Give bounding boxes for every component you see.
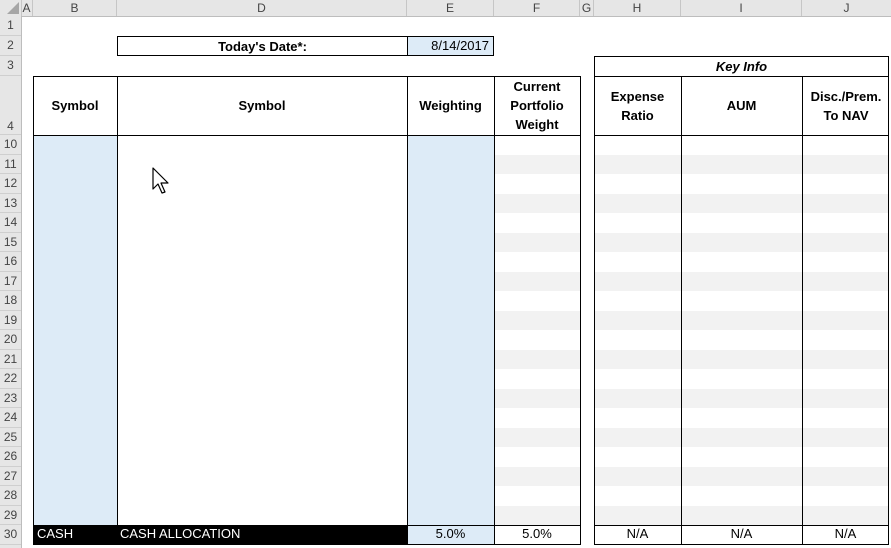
- table-border: [33, 135, 580, 136]
- row-header-17[interactable]: 17: [0, 272, 21, 291]
- current-weight-band-row: [494, 272, 580, 291]
- row-header-23[interactable]: 23: [0, 389, 21, 408]
- key-info-band-row: [594, 311, 889, 330]
- table-border: [33, 544, 580, 545]
- row-header-13[interactable]: 13: [0, 194, 21, 213]
- table-border: [888, 56, 889, 545]
- row-header-28[interactable]: 28: [0, 486, 21, 506]
- table-border: [594, 76, 889, 77]
- cash-symbol-cell[interactable]: CASH: [33, 525, 117, 544]
- weighting-input-column[interactable]: [407, 135, 494, 525]
- table-border: [594, 135, 889, 136]
- header-disc-prem-nav: Disc./Prem. To NAV: [810, 88, 882, 123]
- column-header-j[interactable]: J: [802, 0, 891, 16]
- key-info-band-row: [594, 428, 889, 447]
- todays-date-label: Today's Date*:: [117, 36, 407, 56]
- current-weight-band-row: [494, 233, 580, 252]
- cash-disc-prem[interactable]: N/A: [802, 525, 889, 544]
- todays-date-input[interactable]: 8/14/2017: [407, 36, 494, 56]
- key-info-band-row: [594, 506, 889, 525]
- key-info-band-row: [594, 233, 889, 252]
- cash-aum[interactable]: N/A: [681, 525, 802, 544]
- column-header-h[interactable]: H: [594, 0, 681, 16]
- column-header-e[interactable]: E: [407, 0, 494, 16]
- select-all-button[interactable]: [0, 0, 22, 16]
- row-header-3[interactable]: 3: [0, 56, 21, 76]
- table-border: [580, 76, 581, 545]
- row-header-15[interactable]: 15: [0, 233, 21, 252]
- cash-current-weight[interactable]: 5.0%: [494, 525, 580, 544]
- row-header-24[interactable]: 24: [0, 408, 21, 428]
- table-border: [594, 525, 889, 526]
- header-expense-ratio: Expense Ratio: [610, 88, 665, 123]
- row-header-11[interactable]: 11: [0, 155, 21, 174]
- table-border: [681, 76, 682, 545]
- cash-weighting-input[interactable]: 5.0%: [407, 525, 494, 544]
- header-symbol-d: Symbol: [238, 98, 286, 113]
- header-aum: AUM: [726, 98, 757, 113]
- row-header-30[interactable]: 30: [0, 525, 21, 545]
- key-info-band-row: [594, 350, 889, 369]
- row-header-4[interactable]: 4: [0, 76, 21, 135]
- column-header-b[interactable]: B: [33, 0, 117, 16]
- row-header-26[interactable]: 26: [0, 447, 21, 467]
- current-weight-band-row: [494, 155, 580, 174]
- table-border: [33, 76, 580, 77]
- current-weight-band-row: [494, 467, 580, 486]
- table-border: [594, 56, 595, 545]
- row-header-12[interactable]: 12: [0, 174, 21, 194]
- header-weighting: Weighting: [419, 98, 482, 113]
- row-header-14[interactable]: 14: [0, 213, 21, 233]
- table-border: [802, 76, 803, 545]
- row-header-19[interactable]: 19: [0, 311, 21, 330]
- column-header-g[interactable]: G: [580, 0, 594, 16]
- row-header-1[interactable]: 1: [0, 16, 21, 36]
- column-header-i[interactable]: I: [681, 0, 802, 16]
- key-info-band-row: [594, 467, 889, 486]
- row-header-27[interactable]: 27: [0, 467, 21, 486]
- mouse-pointer-icon: [152, 167, 169, 194]
- current-weight-band-row: [494, 389, 580, 408]
- key-info-band-row: [594, 272, 889, 291]
- header-symbol-b: Symbol: [51, 98, 99, 113]
- row-header-20[interactable]: 20: [0, 330, 21, 350]
- current-weight-band-row: [494, 194, 580, 213]
- column-header-d[interactable]: D: [117, 0, 407, 16]
- row-header-29[interactable]: 29: [0, 506, 21, 525]
- column-header-f[interactable]: F: [494, 0, 580, 16]
- current-weight-band-row: [494, 311, 580, 330]
- row-header-10[interactable]: 10: [0, 135, 21, 155]
- row-header-21[interactable]: 21: [0, 350, 21, 369]
- header-current-portfolio-weight: Current Portfolio Weight: [510, 79, 564, 132]
- current-weight-band-row: [494, 350, 580, 369]
- table-border: [594, 544, 889, 545]
- key-info-band-row: [594, 155, 889, 174]
- row-header-22[interactable]: 22: [0, 369, 21, 389]
- key-info-label: Key Info: [594, 56, 889, 76]
- column-header-a[interactable]: A: [21, 0, 33, 16]
- row-header-18[interactable]: 18: [0, 291, 21, 311]
- table-border: [494, 76, 495, 545]
- select-all-icon: [7, 2, 19, 14]
- table-border: [407, 76, 408, 545]
- table-border: [33, 525, 580, 526]
- table-border: [33, 76, 34, 545]
- table-border: [117, 76, 118, 545]
- key-info-band-row: [594, 389, 889, 408]
- row-header-2[interactable]: 2: [0, 36, 21, 56]
- current-weight-band-row: [494, 506, 580, 525]
- cash-allocation-label[interactable]: CASH ALLOCATION: [117, 525, 407, 544]
- row-header-16[interactable]: 16: [0, 252, 21, 272]
- key-info-band-row: [594, 194, 889, 213]
- symbol-input-column[interactable]: [33, 135, 117, 525]
- cash-expense-ratio[interactable]: N/A: [594, 525, 681, 544]
- current-weight-band-row: [494, 428, 580, 447]
- row-header-25[interactable]: 25: [0, 428, 21, 447]
